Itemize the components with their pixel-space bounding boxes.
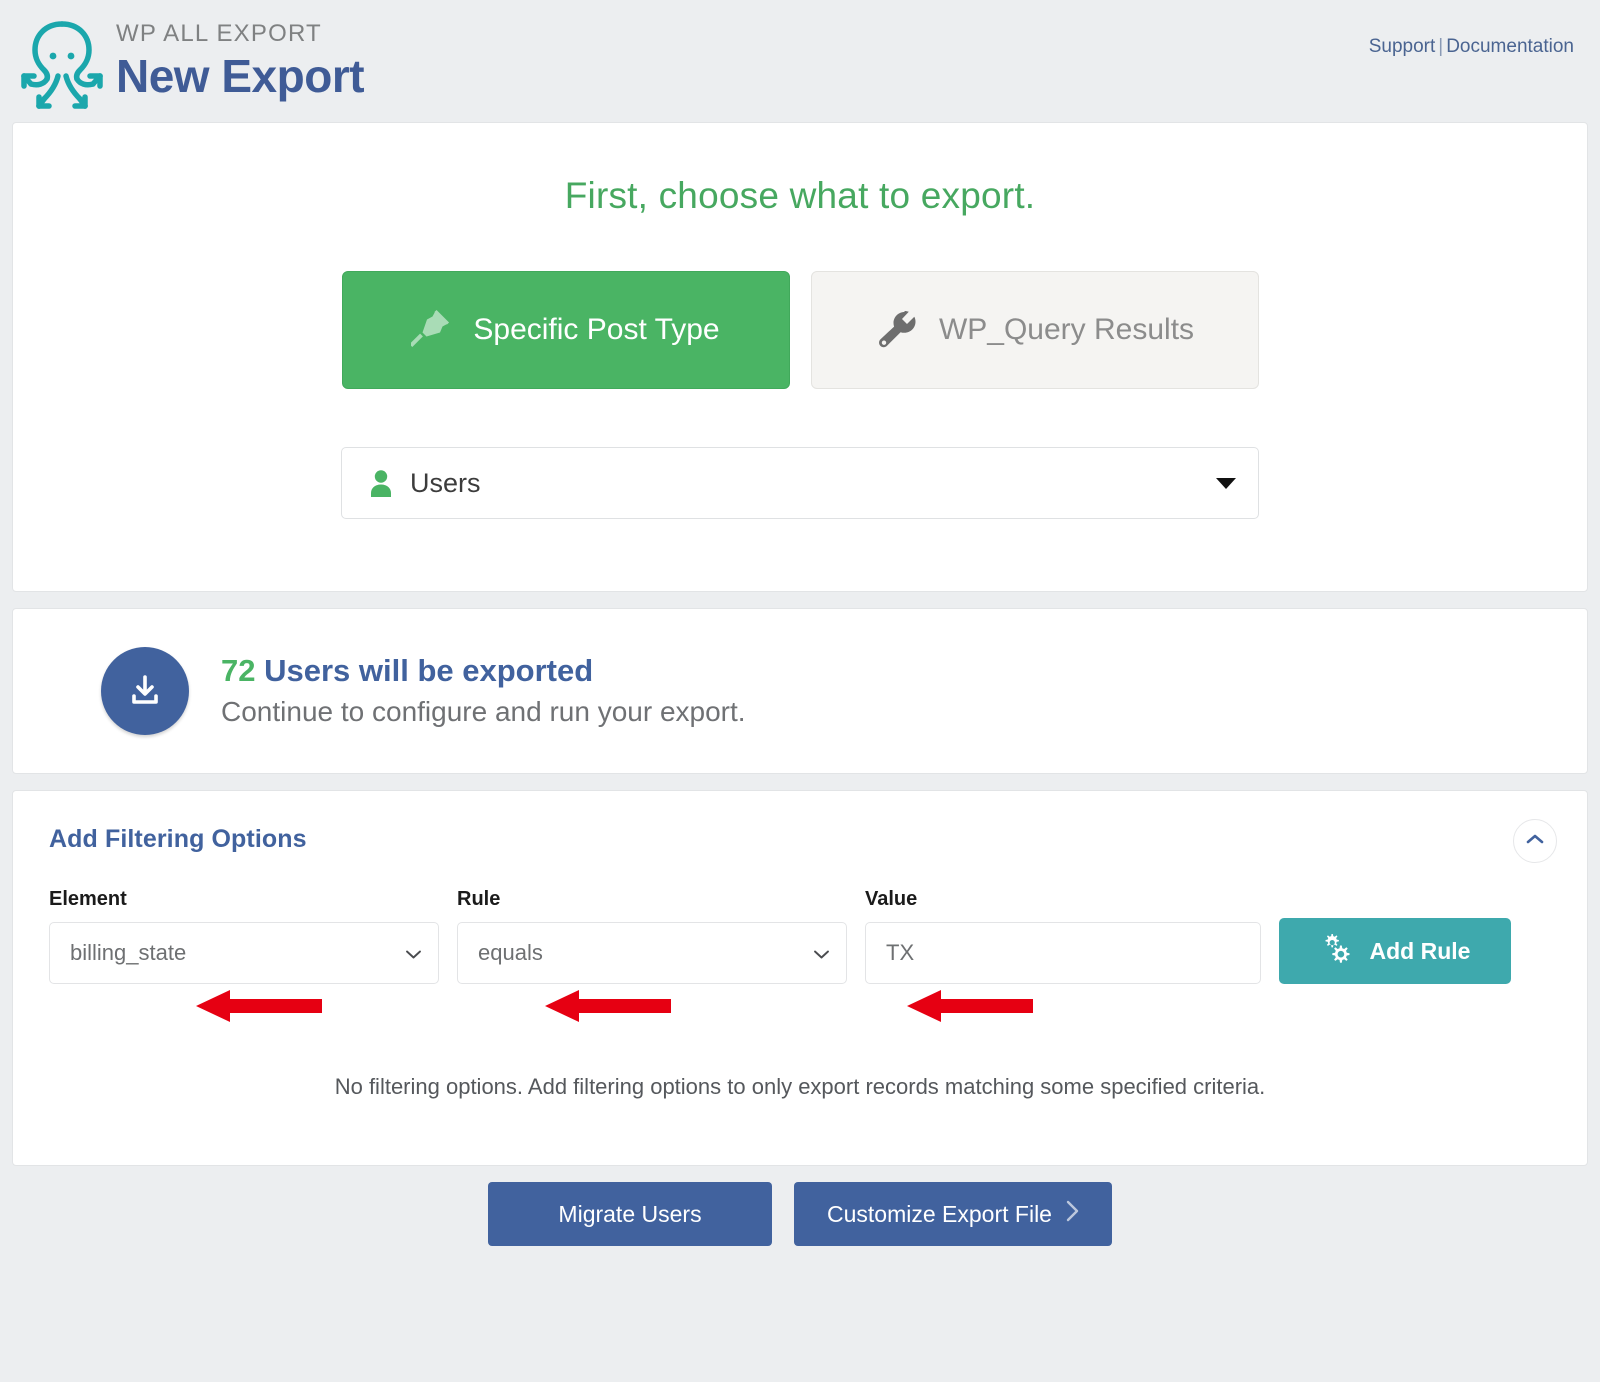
rule-label: Rule (457, 888, 501, 910)
support-link[interactable]: Support (1369, 36, 1436, 57)
filter-rule-builder: Element billing_state Rule equals Value … (49, 888, 1551, 984)
export-status-panel: 72 Users will be exported Continue to co… (12, 608, 1588, 774)
rule-select[interactable]: equals (457, 922, 847, 984)
footer-actions: Migrate Users Customize Export File (0, 1182, 1600, 1246)
chevron-up-icon (1525, 832, 1545, 851)
header-links: Support | Documentation (1369, 36, 1574, 58)
choose-heading: First, choose what to export. (564, 175, 1036, 216)
choose-export-panel: First, choose what to export. Specific P… (12, 122, 1588, 592)
octopus-logo-icon (14, 8, 110, 112)
migrate-users-label: Migrate Users (558, 1200, 702, 1227)
element-select[interactable]: billing_state (49, 922, 439, 984)
add-rule-button[interactable]: Add Rule (1279, 918, 1511, 984)
gears-icon (1320, 933, 1352, 969)
page-title: New Export (116, 50, 365, 102)
filtering-options-title: Add Filtering Options (49, 825, 307, 853)
documentation-link[interactable]: Documentation (1446, 36, 1574, 57)
collapse-filters-button[interactable] (1513, 819, 1557, 863)
export-count-line: 72 Users will be exported (221, 651, 746, 691)
wp-query-results-button[interactable]: WP_Query Results (810, 271, 1259, 389)
download-icon (101, 647, 189, 735)
filter-rule-column: Rule equals (457, 888, 847, 984)
export-type-buttons: Specific Post Type WP_Query Results (13, 271, 1587, 389)
wp-query-results-label: WP_Query Results (938, 313, 1195, 346)
new-export-page: WP ALL EXPORT New Export Support | Documen… (0, 0, 1600, 1382)
export-count: 72 (221, 652, 256, 688)
filter-element-column: Element billing_state (49, 888, 439, 984)
post-type-select-value: Users (410, 467, 481, 498)
element-label: Element (49, 888, 127, 910)
add-rule-label: Add Rule (1369, 937, 1471, 964)
value-label: Value (865, 888, 918, 910)
chevron-down-icon (813, 940, 830, 966)
specific-post-type-button[interactable]: Specific Post Type (341, 271, 790, 389)
pin-icon (411, 308, 451, 352)
export-subline: Continue to configure and run your expor… (221, 696, 746, 728)
rule-select-value: equals (478, 940, 543, 965)
filter-value-column: Value TX (865, 888, 1261, 984)
value-input-text: TX (886, 940, 915, 965)
export-count-suffix: Users will be exported (255, 652, 594, 688)
caret-down-icon[interactable] (1216, 477, 1236, 489)
filtering-options-panel: Add Filtering Options Element billing_st… (12, 790, 1588, 1166)
specific-post-type-label: Specific Post Type (473, 313, 720, 346)
customize-export-file-label: Customize Export File (827, 1200, 1052, 1227)
export-status-text: 72 Users will be exported Continue to co… (221, 651, 746, 731)
chevron-right-icon (1066, 1200, 1079, 1228)
brand-name: WP ALL EXPORT (116, 20, 322, 47)
link-separator: | (1438, 36, 1444, 57)
page-header: WP ALL EXPORT New Export Support | Documen… (0, 0, 1600, 122)
migrate-users-button[interactable]: Migrate Users (488, 1182, 772, 1246)
customize-export-file-button[interactable]: Customize Export File (794, 1182, 1112, 1246)
page-title-block: WP ALL EXPORT New Export (110, 8, 365, 102)
value-input[interactable]: TX (865, 922, 1261, 984)
post-type-select-row: Users (13, 447, 1587, 519)
user-icon (368, 469, 394, 497)
wrench-icon (875, 309, 917, 351)
no-filtering-options-message: No filtering options. Add filtering opti… (334, 1074, 1266, 1099)
post-type-select[interactable]: Users (341, 447, 1259, 519)
chevron-down-icon (405, 940, 422, 966)
element-select-value: billing_state (70, 940, 187, 965)
